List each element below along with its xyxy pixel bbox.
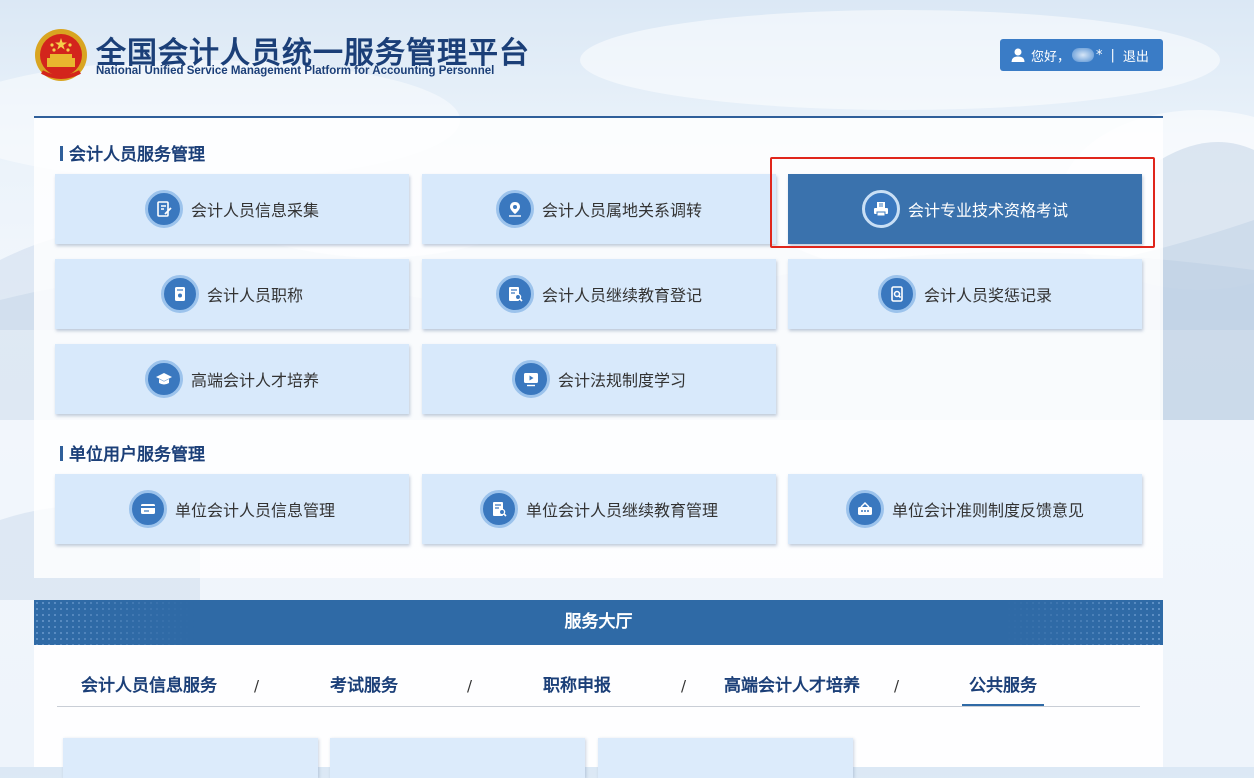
tile-regulations-study[interactable]: 会计法规制度学习 bbox=[422, 344, 776, 414]
tile-label: 会计人员继续教育登记 bbox=[541, 286, 702, 305]
divider: | bbox=[1110, 47, 1115, 63]
record-search-icon bbox=[877, 275, 916, 313]
service-hall-title: 服务大厅 bbox=[564, 612, 633, 632]
feedback-box-icon bbox=[845, 490, 884, 528]
service-card[interactable] bbox=[598, 738, 853, 778]
services-panel: 会计人员服务管理 会计人员信息采集 会计人员属地关系调转 会计专业技术资格考试 … bbox=[34, 116, 1163, 578]
tile-label: 会计人员属地关系调转 bbox=[541, 201, 702, 220]
tile-professional-title[interactable]: 会计人员职称 bbox=[55, 259, 409, 329]
id-card-icon bbox=[128, 490, 167, 528]
username-mask: * bbox=[1096, 47, 1103, 63]
tab-separator: / bbox=[467, 677, 473, 695]
tab-public-service[interactable]: 公共服务 bbox=[962, 660, 1044, 706]
tile-label: 会计人员奖惩记录 bbox=[923, 286, 1052, 305]
service-hall: 服务大厅 会计人员信息服务 / 考试服务 / 职称申报 / 高端会计人才培养 /… bbox=[34, 600, 1163, 778]
tile-label: 会计专业技术资格考试 bbox=[907, 201, 1068, 220]
tab-high-end-talent[interactable]: 高端会计人才培养 bbox=[724, 660, 860, 705]
platform-title-english: National Unified Service Management Plat… bbox=[96, 65, 495, 77]
tile-label: 会计人员职称 bbox=[206, 286, 303, 305]
tile-continuing-education[interactable]: 会计人员继续教育登记 bbox=[422, 259, 776, 329]
tab-exam-service[interactable]: 考试服务 bbox=[330, 660, 398, 705]
tab-title-application[interactable]: 职称申报 bbox=[543, 660, 611, 705]
section-title-unit: 单位用户服务管理 bbox=[60, 440, 205, 465]
tile-unit-info-management[interactable]: 单位会计人员信息管理 bbox=[55, 474, 409, 544]
tile-territorial-transfer[interactable]: 会计人员属地关系调转 bbox=[422, 174, 776, 244]
user-icon bbox=[1011, 48, 1025, 62]
tile-qualification-exam[interactable]: 会计专业技术资格考试 bbox=[788, 174, 1142, 244]
service-card[interactable] bbox=[63, 738, 318, 778]
tile-label: 会计人员信息采集 bbox=[190, 201, 319, 220]
service-tabs: 会计人员信息服务 / 考试服务 / 职称申报 / 高端会计人才培养 / 公共服务 bbox=[57, 660, 1140, 707]
service-card[interactable] bbox=[330, 738, 585, 778]
tile-rewards-penalties[interactable]: 会计人员奖惩记录 bbox=[788, 259, 1142, 329]
video-play-icon bbox=[511, 360, 550, 398]
document-search-icon bbox=[479, 490, 518, 528]
tile-label: 单位会计人员信息管理 bbox=[174, 501, 335, 520]
section-title-accountant: 会计人员服务管理 bbox=[60, 140, 205, 165]
tile-info-collection[interactable]: 会计人员信息采集 bbox=[55, 174, 409, 244]
edit-form-icon bbox=[144, 190, 183, 228]
national-emblem-logo bbox=[35, 29, 87, 81]
document-search-icon bbox=[495, 275, 534, 313]
user-bar: 您好， * | 退出 bbox=[1000, 39, 1163, 71]
document-badge-icon bbox=[160, 275, 199, 313]
tile-label: 会计法规制度学习 bbox=[557, 371, 686, 390]
graduation-cap-icon bbox=[144, 360, 183, 398]
tab-separator: / bbox=[254, 677, 260, 695]
tile-unit-continuing-education[interactable]: 单位会计人员继续教育管理 bbox=[422, 474, 776, 544]
tile-label: 单位会计人员继续教育管理 bbox=[525, 501, 718, 520]
service-hall-header: 服务大厅 bbox=[34, 600, 1163, 645]
tile-standards-feedback[interactable]: 单位会计准则制度反馈意见 bbox=[788, 474, 1142, 544]
username-redacted bbox=[1072, 48, 1095, 62]
tab-accountant-info-service[interactable]: 会计人员信息服务 bbox=[81, 660, 217, 705]
logout-button[interactable]: 退出 bbox=[1123, 46, 1149, 65]
tile-label: 高端会计人才培养 bbox=[190, 371, 319, 390]
tab-separator: / bbox=[894, 677, 900, 695]
tab-separator: / bbox=[681, 677, 687, 695]
location-pin-icon bbox=[495, 190, 534, 228]
exam-printer-icon bbox=[861, 190, 900, 228]
greeting-text: 您好， bbox=[1031, 49, 1071, 65]
tile-high-end-talent[interactable]: 高端会计人才培养 bbox=[55, 344, 409, 414]
tile-label: 单位会计准则制度反馈意见 bbox=[891, 501, 1084, 520]
